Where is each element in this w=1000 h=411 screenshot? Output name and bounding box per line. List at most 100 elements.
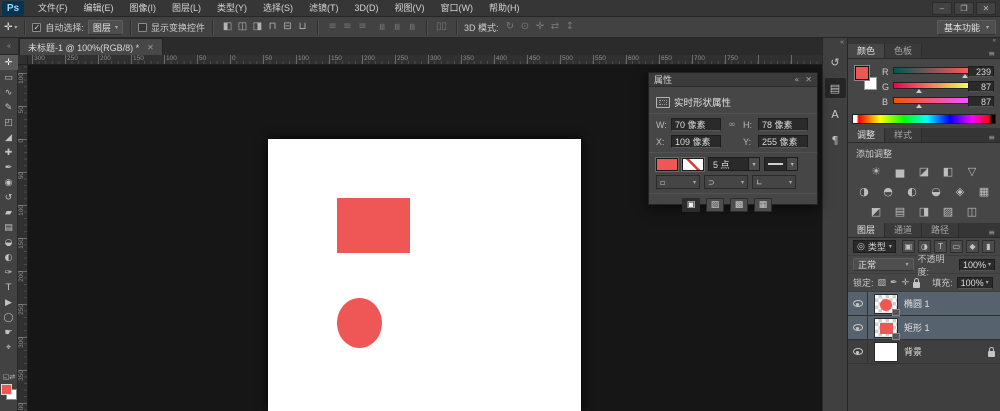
workspace-switcher[interactable]: 基本功能 ▾: [937, 20, 996, 35]
threshold-icon[interactable]: ◨: [917, 204, 932, 218]
restore-button[interactable]: ❐: [954, 2, 974, 15]
x-field[interactable]: 109 像素: [671, 135, 721, 148]
tab-styles[interactable]: 样式: [885, 128, 922, 142]
fill-color-swatch[interactable]: [656, 158, 678, 171]
menu-item[interactable]: 窗口(W): [433, 0, 482, 17]
panel-menu-icon[interactable]: ≡: [988, 228, 1000, 237]
channel-slider[interactable]: [893, 82, 969, 89]
menu-item[interactable]: 3D(D): [347, 0, 387, 17]
vibrance-icon[interactable]: ▽: [965, 164, 980, 178]
height-field[interactable]: 78 像素: [758, 118, 808, 131]
default-colors-icon[interactable]: ◱⇄: [0, 374, 18, 381]
layer-name[interactable]: 矩形 1: [904, 321, 930, 334]
tab-color[interactable]: 颜色: [848, 44, 885, 58]
slider-thumb[interactable]: [916, 104, 922, 108]
stroke-cap-icon[interactable]: ⊃ ▾: [704, 175, 748, 189]
toolbar-collapse-icon[interactable]: «: [0, 38, 18, 55]
channel-mixer-icon[interactable]: ◈: [953, 184, 968, 198]
hue-saturation-icon[interactable]: ◑: [857, 184, 872, 198]
channel-value-field[interactable]: 87: [968, 96, 994, 107]
character-panel-icon[interactable]: A: [825, 104, 846, 124]
auto-select-checkbox[interactable]: ✓: [32, 23, 41, 32]
align-right-edges-icon[interactable]: ◨: [250, 18, 265, 36]
brightness-contrast-icon[interactable]: ☀: [869, 164, 884, 178]
layer-visibility-eye-icon[interactable]: [853, 348, 863, 355]
document-close-icon[interactable]: ✕: [147, 43, 154, 52]
paragraph-panel-icon[interactable]: ¶: [825, 130, 846, 150]
foreground-color-swatch[interactable]: [855, 66, 869, 80]
path-selection-tool[interactable]: ▶: [0, 295, 18, 310]
distribute-top-edges-icon[interactable]: ≡: [325, 18, 340, 36]
gradient-map-icon[interactable]: ▨: [941, 204, 956, 218]
collapse-panel-icon[interactable]: «: [794, 75, 799, 84]
distribute-bottom-edges-icon[interactable]: ≡: [355, 18, 370, 36]
slider-thumb[interactable]: [916, 89, 922, 93]
crop-tool[interactable]: ◰: [0, 115, 18, 130]
ellipse-shape[interactable]: [337, 298, 382, 348]
menu-item[interactable]: 帮助(H): [481, 0, 528, 17]
blend-mode-dropdown[interactable]: 正常 ▾: [853, 258, 914, 271]
shape-subtract-icon[interactable]: ▨: [706, 198, 724, 212]
layer-thumbnail[interactable]: [874, 342, 898, 362]
layer-thumbnail[interactable]: [874, 318, 898, 338]
3d-scale-icon[interactable]: ↕: [562, 18, 577, 36]
layer-row[interactable]: 矩形 1: [848, 316, 1000, 340]
channel-value-field[interactable]: 87: [968, 81, 994, 92]
zoom-tool[interactable]: ⌖: [0, 340, 18, 355]
3d-roll-icon[interactable]: ⊙: [517, 18, 532, 36]
posterize-icon[interactable]: ▤: [893, 204, 908, 218]
layer-visibility-eye-icon[interactable]: [853, 324, 863, 331]
invert-icon[interactable]: ◩: [869, 204, 884, 218]
curves-icon[interactable]: ◪: [917, 164, 932, 178]
filter-toggle-icon[interactable]: ▮: [982, 240, 995, 253]
color-spectrum-ramp[interactable]: [852, 114, 996, 124]
lasso-tool[interactable]: ∿: [0, 85, 18, 100]
menu-item[interactable]: 文件(F): [30, 0, 76, 17]
hand-tool[interactable]: ☛: [0, 325, 18, 340]
panel-menu-icon[interactable]: ≡: [988, 133, 1000, 142]
lock-image-pixels-icon[interactable]: ✒: [890, 278, 898, 288]
dock-collapse-icon[interactable]: «: [823, 38, 847, 48]
lock-position-icon[interactable]: ✛: [902, 278, 910, 288]
foreground-color-swatch[interactable]: [1, 384, 12, 395]
stroke-width-combo[interactable]: 5 点 ▾: [708, 157, 760, 171]
chevron-down-icon[interactable]: ▾: [786, 158, 797, 170]
menu-item[interactable]: 类型(Y): [209, 0, 255, 17]
current-tool-icon[interactable]: ✛ ▾: [4, 22, 17, 33]
menu-item[interactable]: 滤镜(T): [301, 0, 347, 17]
3d-drag-icon[interactable]: ✛: [532, 18, 547, 36]
layer-name[interactable]: 背景: [904, 345, 922, 358]
slider-thumb[interactable]: [962, 74, 968, 78]
properties-panel-icon[interactable]: ▤: [825, 78, 846, 98]
quick-selection-tool[interactable]: ✎: [0, 100, 18, 115]
tab-adjustments[interactable]: 调整: [848, 128, 885, 142]
close-button[interactable]: ✕: [976, 2, 996, 15]
chevron-down-icon[interactable]: ▾: [748, 158, 759, 170]
channel-value-field[interactable]: 239: [968, 66, 994, 77]
filter-smart-objects-icon[interactable]: ◆: [966, 240, 979, 253]
channel-slider[interactable]: [893, 97, 969, 104]
3d-slide-icon[interactable]: ⇄: [547, 18, 562, 36]
width-field[interactable]: 70 像素: [671, 118, 721, 131]
menu-item[interactable]: 图像(I): [122, 0, 165, 17]
align-left-edges-icon[interactable]: ◧: [220, 18, 235, 36]
exposure-icon[interactable]: ◧: [941, 164, 956, 178]
distribute-horizontal-spacing-icon[interactable]: ▯▯: [434, 18, 449, 36]
distribute-right-edges-icon[interactable]: ≡: [404, 18, 419, 36]
layer-name[interactable]: 椭圆 1: [904, 297, 930, 310]
canvas[interactable]: [268, 139, 581, 411]
history-brush-tool[interactable]: ↺: [0, 190, 18, 205]
fill-field[interactable]: 100% ▾: [957, 277, 993, 289]
photo-filter-icon[interactable]: ◒: [929, 184, 944, 198]
layer-visibility-eye-icon[interactable]: [853, 300, 863, 307]
layer-row[interactable]: 背景: [848, 340, 1000, 364]
ellipse-tool[interactable]: ◯: [0, 310, 18, 325]
properties-panel-header[interactable]: 属性 « ✕: [649, 73, 817, 87]
stroke-corner-icon[interactable]: ∟ ▾: [752, 175, 796, 189]
align-top-edges-icon[interactable]: ⊓: [265, 18, 280, 36]
rectangle-shape[interactable]: [337, 198, 410, 253]
shape-intersect-icon[interactable]: ▩: [730, 198, 748, 212]
levels-icon[interactable]: ▅: [893, 164, 908, 178]
menu-item[interactable]: 视图(V): [387, 0, 433, 17]
align-bottom-edges-icon[interactable]: ⊔: [295, 18, 310, 36]
